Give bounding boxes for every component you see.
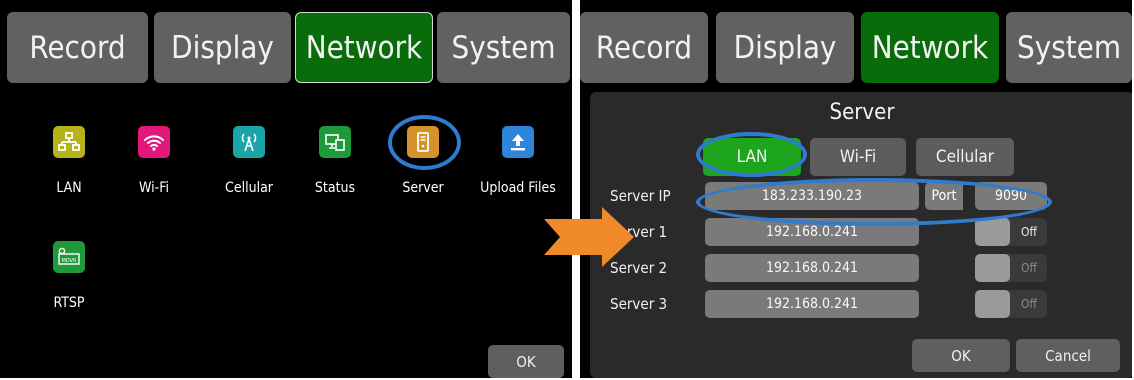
- status-app[interactable]: Status: [295, 126, 375, 196]
- wifi-icon: [138, 126, 170, 158]
- svg-text:MDVR: MDVR: [62, 258, 77, 264]
- server-2-input[interactable]: 192.168.0.241: [705, 254, 919, 282]
- status-icon: [319, 126, 351, 158]
- rtsp-label: RTSP: [53, 295, 85, 311]
- toggle-knob: [975, 290, 1010, 318]
- ok-button[interactable]: OK: [488, 345, 564, 378]
- toggle-state: Off: [1021, 297, 1037, 311]
- server-label: Server: [402, 180, 444, 196]
- lan-highlight-ring: [696, 132, 807, 177]
- cancel-button[interactable]: Cancel: [1016, 339, 1120, 372]
- tab-network[interactable]: Network: [295, 12, 433, 83]
- tab-system[interactable]: System: [437, 12, 570, 83]
- toggle-knob: [975, 254, 1010, 282]
- tab-display[interactable]: Display: [154, 12, 291, 83]
- arrow-icon: [544, 207, 634, 267]
- server-1-toggle[interactable]: Off: [975, 218, 1047, 246]
- toggle-knob: [975, 218, 1010, 246]
- server-3-input[interactable]: 192.168.0.241: [705, 290, 919, 318]
- tab-display[interactable]: Display: [716, 12, 854, 83]
- screen-divider: [572, 0, 580, 380]
- wifi-app[interactable]: Wi-Fi: [114, 126, 194, 196]
- tab-network[interactable]: Network: [861, 12, 999, 83]
- top-tab-bar: Record Display Network System: [0, 0, 572, 90]
- server-3-label: Server 3: [610, 295, 668, 313]
- segment-cellular[interactable]: Cellular: [916, 138, 1014, 176]
- rtsp-icon: MDVR: [53, 241, 85, 273]
- tab-record[interactable]: Record: [7, 12, 148, 83]
- network-menu-screen: Record Display Network System LAN Wi-Fi …: [0, 0, 572, 378]
- lan-app[interactable]: LAN: [29, 126, 109, 196]
- cellular-label: Cellular: [225, 180, 273, 196]
- rtsp-app[interactable]: MDVR RTSP: [29, 241, 109, 311]
- server-3-toggle[interactable]: Off: [975, 290, 1047, 318]
- upload-files-app[interactable]: Upload Files: [473, 126, 563, 196]
- top-tab-bar: Record Display Network System: [580, 0, 1132, 90]
- server-settings-screen: Record Display Network System Server LAN…: [580, 0, 1132, 378]
- ok-button[interactable]: OK: [912, 339, 1010, 372]
- segment-wifi[interactable]: Wi-Fi: [810, 138, 906, 176]
- tab-record[interactable]: Record: [580, 12, 708, 83]
- upload-files-label: Upload Files: [480, 180, 556, 196]
- server-highlight-ring: [388, 115, 461, 170]
- server-ip-label: Server IP: [610, 187, 671, 205]
- toggle-state: Off: [1021, 261, 1037, 275]
- toggle-state: Off: [1021, 225, 1037, 239]
- server-2-toggle[interactable]: Off: [975, 254, 1047, 282]
- status-label: Status: [314, 180, 356, 196]
- lan-label: LAN: [56, 180, 82, 196]
- cellular-icon: [233, 126, 265, 158]
- lan-icon: [53, 126, 85, 158]
- dialog-title: Server: [829, 100, 895, 125]
- tab-system[interactable]: System: [1006, 12, 1132, 83]
- cellular-app[interactable]: Cellular: [209, 126, 289, 196]
- upload-icon: [502, 126, 534, 158]
- server-dialog: Server LAN Wi-Fi Cellular Server IP 183.…: [590, 92, 1132, 378]
- wifi-label: Wi-Fi: [139, 180, 169, 196]
- server-ip-highlight-ring: [696, 178, 1052, 226]
